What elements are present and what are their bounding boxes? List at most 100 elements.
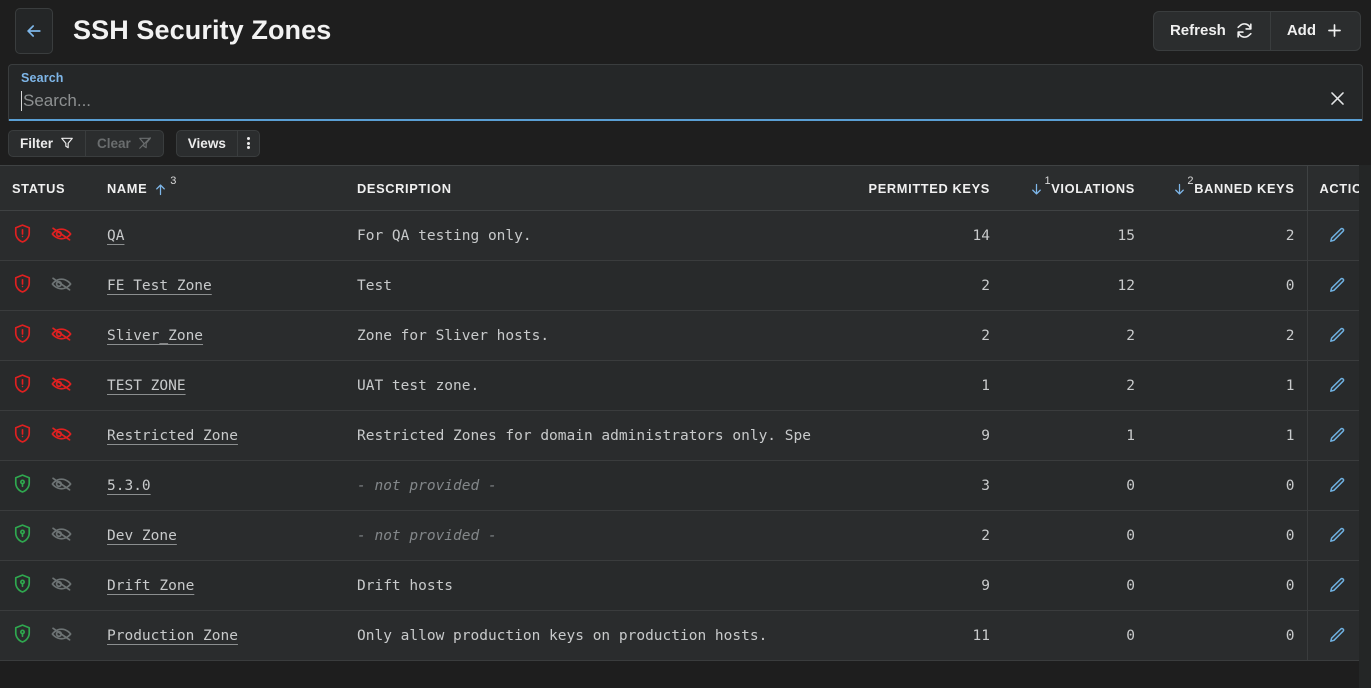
cell-description: Test <box>345 260 822 311</box>
eye-off-icon[interactable] <box>50 522 73 549</box>
refresh-icon <box>1235 21 1254 40</box>
column-header-description[interactable]: DESCRIPTION <box>345 165 822 211</box>
cell-name: Dev Zone <box>95 510 345 561</box>
shield-alert-icon[interactable] <box>12 423 33 448</box>
column-header-banned-keys[interactable]: 2 BANNED KEYS <box>1147 165 1307 211</box>
search-label: Search <box>21 71 64 85</box>
shield-lock-icon[interactable] <box>12 573 33 598</box>
zone-name-link[interactable]: Sliver_Zone <box>107 328 203 344</box>
edit-zone-button[interactable] <box>1326 375 1348 397</box>
column-header-permitted-keys-label: PERMITTED KEYS <box>868 180 990 196</box>
shield-alert-icon[interactable] <box>12 323 33 348</box>
table-row[interactable]: TEST ZONE UAT test zone. 1 2 1 <box>0 360 1371 411</box>
eye-off-icon[interactable] <box>50 472 73 499</box>
table-row[interactable]: QA For QA testing only. 14 15 2 <box>0 210 1371 261</box>
filter-button[interactable]: Filter <box>9 131 85 156</box>
cell-status <box>0 410 95 461</box>
cell-permitted-keys: 1 <box>822 360 1002 411</box>
cell-name: QA <box>95 210 345 261</box>
cell-violations: 0 <box>1002 610 1147 661</box>
table-row[interactable]: FE Test Zone Test 2 12 0 <box>0 260 1371 311</box>
cell-description: Only allow production keys on production… <box>345 610 822 661</box>
clear-filter-button[interactable]: Clear <box>85 130 163 156</box>
shield-lock-icon[interactable] <box>12 623 33 648</box>
table-row[interactable]: Sliver_Zone Zone for Sliver hosts. 2 2 2 <box>0 310 1371 361</box>
edit-zone-button[interactable] <box>1326 525 1348 547</box>
zone-name-link[interactable]: Production Zone <box>107 628 238 644</box>
cell-status <box>0 360 95 411</box>
zone-name-link[interactable]: Restricted Zone <box>107 428 238 444</box>
vertical-scrollbar[interactable] <box>1359 165 1371 688</box>
cell-status <box>0 460 95 511</box>
cell-violations: 2 <box>1002 360 1147 411</box>
cell-banned-keys: 2 <box>1147 210 1307 261</box>
search-field-container: Search <box>8 64 1363 121</box>
search-input[interactable] <box>23 89 1316 113</box>
cell-status <box>0 210 95 261</box>
arrow-left-icon <box>24 21 44 41</box>
edit-zone-button[interactable] <box>1326 625 1348 647</box>
shield-alert-icon[interactable] <box>12 273 33 298</box>
shield-lock-icon[interactable] <box>12 523 33 548</box>
edit-zone-button[interactable] <box>1326 575 1348 597</box>
table-row[interactable]: Production Zone Only allow production key… <box>0 610 1371 661</box>
eye-off-icon[interactable] <box>50 372 73 399</box>
table-options-button[interactable] <box>236 130 259 156</box>
cell-violations: 2 <box>1002 310 1147 361</box>
filter-button-group: Filter Clear <box>8 129 164 157</box>
cell-violations: 15 <box>1002 210 1147 261</box>
table-row[interactable]: Restricted Zone Restricted Zones for doma… <box>0 410 1371 461</box>
views-button[interactable]: Views <box>177 131 237 156</box>
back-button[interactable] <box>15 7 53 54</box>
sort-descending-icon-banned <box>1172 181 1187 196</box>
search-clear-button[interactable] <box>1324 88 1350 114</box>
cell-description: UAT test zone. <box>345 360 822 411</box>
zones-table-container: STATUS NAME 3 DESCRIPTION PERMITTED KEYS… <box>0 165 1371 688</box>
zone-name-link[interactable]: TEST ZONE <box>107 378 186 394</box>
table-row[interactable]: 5.3.0- not provided -300 <box>0 460 1371 511</box>
zone-name-link[interactable]: Drift Zone <box>107 578 194 594</box>
column-header-violations[interactable]: 1 VIOLATIONS <box>1002 165 1147 211</box>
eye-off-icon[interactable] <box>50 272 73 299</box>
edit-zone-button[interactable] <box>1326 475 1348 497</box>
table-row[interactable]: Drift Zone Drift hosts 9 0 0 <box>0 560 1371 611</box>
cell-violations: 0 <box>1002 460 1147 511</box>
table-header: STATUS NAME 3 DESCRIPTION PERMITTED KEYS… <box>0 165 1371 211</box>
header-actions: Refresh Add <box>1152 10 1361 51</box>
column-header-description-label: DESCRIPTION <box>357 180 452 196</box>
edit-zone-button[interactable] <box>1326 275 1348 297</box>
column-header-name[interactable]: NAME 3 <box>95 165 345 211</box>
refresh-button[interactable]: Refresh <box>1154 12 1270 50</box>
eye-off-icon[interactable] <box>50 572 73 599</box>
zone-name-link[interactable]: Dev Zone <box>107 528 177 544</box>
edit-zone-button[interactable] <box>1326 325 1348 347</box>
cell-description: - not provided - <box>345 460 822 511</box>
views-button-label: Views <box>187 135 226 151</box>
cell-banned-keys: 2 <box>1147 310 1307 361</box>
edit-zone-button[interactable] <box>1326 225 1348 247</box>
cell-permitted-keys: 3 <box>822 460 1002 511</box>
zone-name-link[interactable]: 5.3.0 <box>107 478 151 494</box>
zone-name-link[interactable]: FE Test Zone <box>107 278 212 294</box>
cell-name: Sliver_Zone <box>95 310 345 361</box>
table-row[interactable]: Dev Zone - not provided -200 <box>0 510 1371 561</box>
eye-off-icon[interactable] <box>50 422 73 449</box>
eye-off-icon[interactable] <box>50 322 73 349</box>
cell-permitted-keys: 11 <box>822 610 1002 661</box>
cell-permitted-keys: 2 <box>822 260 1002 311</box>
add-button[interactable]: Add <box>1269 11 1360 50</box>
column-header-violations-label: VIOLATIONS <box>1051 180 1135 196</box>
column-header-permitted-keys[interactable]: PERMITTED KEYS <box>822 165 1002 211</box>
add-button-label: Add <box>1286 22 1316 39</box>
eye-off-icon[interactable] <box>50 222 73 249</box>
shield-alert-icon[interactable] <box>12 223 33 248</box>
eye-off-icon[interactable] <box>50 622 73 649</box>
shield-alert-icon[interactable] <box>12 373 33 398</box>
edit-zone-button[interactable] <box>1326 425 1348 447</box>
cell-permitted-keys: 2 <box>822 310 1002 361</box>
cell-banned-keys: 0 <box>1147 560 1307 611</box>
column-header-status[interactable]: STATUS <box>0 165 95 211</box>
shield-lock-icon[interactable] <box>12 473 33 498</box>
zone-name-link[interactable]: QA <box>107 228 124 244</box>
clear-filter-button-label: Clear <box>97 135 131 151</box>
